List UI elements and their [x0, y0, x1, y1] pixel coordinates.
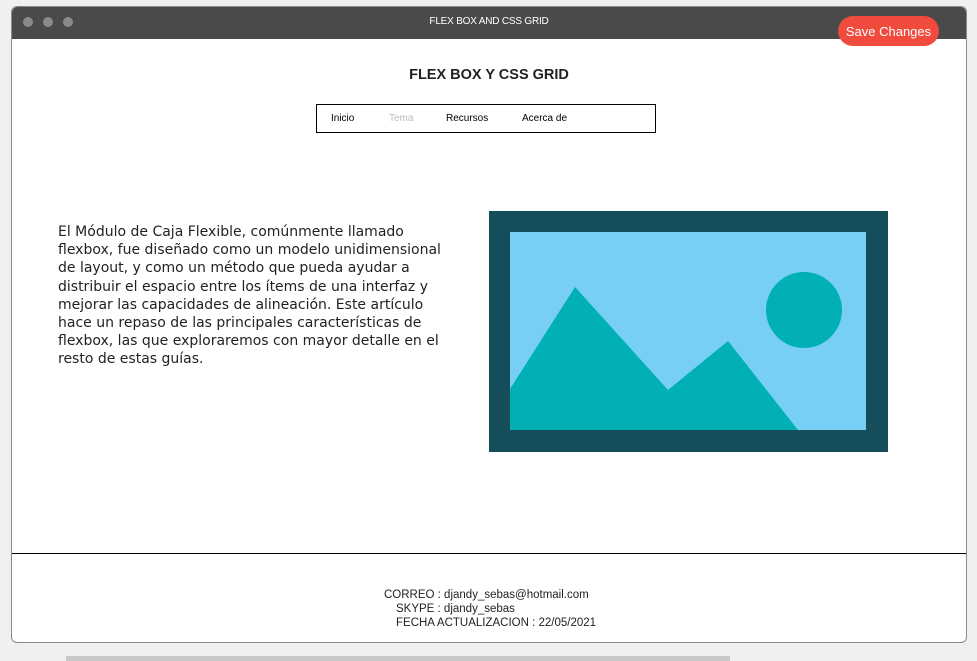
image-placeholder-sky — [510, 232, 866, 430]
footer-divider — [12, 553, 966, 554]
nav-item-inicio[interactable]: Inicio — [331, 113, 354, 124]
footer: CORREO : djandy_sebas@hotmail.com SKYPE … — [384, 588, 596, 630]
main-nav: Inicio Tema Recursos Acerca de — [316, 104, 656, 133]
intro-paragraph: El Módulo de Caja Flexible, comúnmente l… — [58, 224, 441, 368]
horizontal-scrollbar[interactable] — [66, 656, 730, 661]
sun-shape — [766, 272, 842, 348]
window-title: FLEX BOX AND CSS GRID — [429, 16, 549, 27]
save-changes-button[interactable]: Save Changes — [838, 16, 939, 46]
nav-item-acerca-de[interactable]: Acerca de — [522, 113, 567, 124]
mountain-shape — [510, 287, 798, 430]
title-bar: FLEX BOX AND CSS GRID — [12, 7, 966, 39]
landscape-illustration — [510, 272, 842, 430]
footer-update-date: FECHA ACTUALIZACION : 22/05/2021 — [396, 617, 597, 629]
footer-skype: SKYPE : djandy_sebas — [396, 603, 515, 615]
nav-item-tema[interactable]: Tema — [389, 113, 413, 124]
image-placeholder-icon — [489, 211, 888, 452]
nav-item-recursos[interactable]: Recursos — [446, 113, 488, 124]
page-title: FLEX BOX Y CSS GRID — [409, 67, 569, 83]
footer-email: CORREO : djandy_sebas@hotmail.com — [384, 589, 589, 601]
app-window: FLEX BOX AND CSS GRID FLEX BOX Y CSS GRI… — [11, 6, 967, 643]
